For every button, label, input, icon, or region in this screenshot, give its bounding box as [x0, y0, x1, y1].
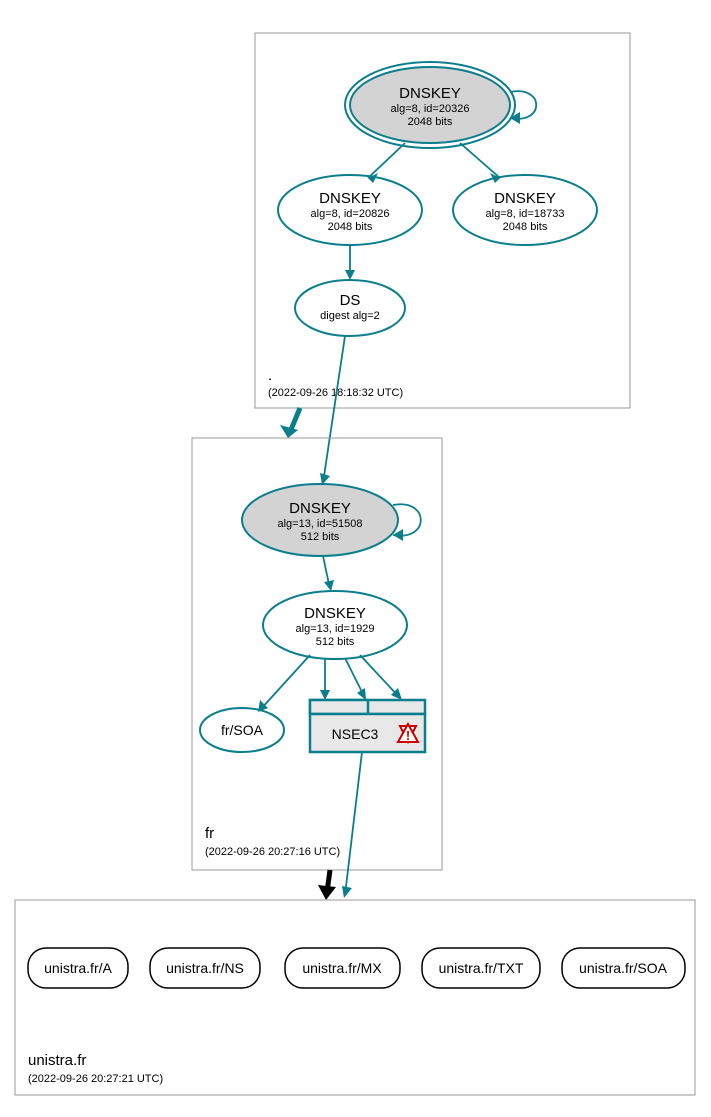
- node-root-ksk: DNSKEY alg=8, id=20326 2048 bits: [345, 62, 515, 148]
- svg-text:unistra.fr/TXT: unistra.fr/TXT: [439, 960, 524, 976]
- node-root-zsk1: DNSKEY alg=8, id=20826 2048 bits: [278, 175, 422, 245]
- svg-text:alg=8, id=20326: alg=8, id=20326: [391, 103, 470, 115]
- node-fr-zsk: DNSKEY alg=13, id=1929 512 bits: [263, 591, 407, 659]
- svg-text:DS: DS: [340, 292, 361, 309]
- svg-text:DNSKEY: DNSKEY: [319, 190, 381, 207]
- svg-text:unistra.fr/MX: unistra.fr/MX: [302, 960, 382, 976]
- node-fr-ksk: DNSKEY alg=13, id=51508 512 bits: [242, 484, 398, 556]
- svg-text:unistra.fr/SOA: unistra.fr/SOA: [579, 960, 668, 976]
- rrset-soa: unistra.fr/SOA: [562, 948, 685, 988]
- node-root-zsk2: DNSKEY alg=8, id=18733 2048 bits: [453, 175, 597, 245]
- node-fr-soa: fr/SOA: [200, 708, 284, 752]
- svg-text:2048 bits: 2048 bits: [408, 116, 453, 128]
- svg-text:DNSKEY: DNSKEY: [399, 85, 461, 102]
- edge-root-ksk-zsk1: [368, 143, 405, 178]
- svg-text:digest alg=2: digest alg=2: [320, 310, 380, 322]
- rrset-ns: unistra.fr/NS: [150, 948, 260, 988]
- zone-name-root: .: [268, 367, 272, 384]
- svg-text:DNSKEY: DNSKEY: [289, 500, 351, 517]
- svg-text:unistra.fr/NS: unistra.fr/NS: [166, 960, 244, 976]
- zone-name-unistra: unistra.fr: [28, 1052, 86, 1069]
- dnssec-graph: . (2022-09-26 18:18:32 UTC) DNSKEY alg=8…: [0, 0, 711, 1117]
- zone-name-fr: fr: [205, 825, 214, 842]
- edge-ds-frksk: [323, 336, 345, 483]
- node-root-ds: DS digest alg=2: [295, 280, 405, 336]
- node-fr-nsec3: NSEC3 !: [310, 700, 425, 752]
- edge-fr-zsk-nsec3-c: [360, 655, 400, 698]
- svg-text:alg=8, id=18733: alg=8, id=18733: [486, 208, 565, 220]
- edge-fr-zsk-soa: [260, 655, 310, 710]
- svg-text:unistra.fr/A: unistra.fr/A: [44, 960, 112, 976]
- zone-ts-unistra: (2022-09-26 20:27:21 UTC): [28, 1073, 163, 1085]
- svg-text:DNSKEY: DNSKEY: [304, 605, 366, 622]
- edge-nsec3-unistra: [345, 752, 362, 895]
- svg-text:alg=13, id=1929: alg=13, id=1929: [296, 623, 375, 635]
- svg-text:!: !: [406, 728, 410, 743]
- svg-text:2048 bits: 2048 bits: [328, 221, 373, 233]
- rrset-mx: unistra.fr/MX: [285, 948, 400, 988]
- svg-text:DNSKEY: DNSKEY: [494, 190, 556, 207]
- svg-text:512 bits: 512 bits: [301, 531, 340, 543]
- svg-text:2048 bits: 2048 bits: [503, 221, 548, 233]
- zone-ts-fr: (2022-09-26 20:27:16 UTC): [205, 846, 340, 858]
- rrset-a: unistra.fr/A: [28, 948, 128, 988]
- edge-root-ksk-zsk2: [460, 143, 500, 178]
- svg-text:alg=13, id=51508: alg=13, id=51508: [277, 518, 362, 530]
- svg-text:NSEC3: NSEC3: [332, 726, 379, 742]
- svg-text:alg=8, id=20826: alg=8, id=20826: [311, 208, 390, 220]
- svg-text:512 bits: 512 bits: [316, 636, 355, 648]
- zone-box-unistra: [15, 900, 695, 1095]
- svg-text:fr/SOA: fr/SOA: [221, 722, 264, 738]
- rrset-txt: unistra.fr/TXT: [422, 948, 540, 988]
